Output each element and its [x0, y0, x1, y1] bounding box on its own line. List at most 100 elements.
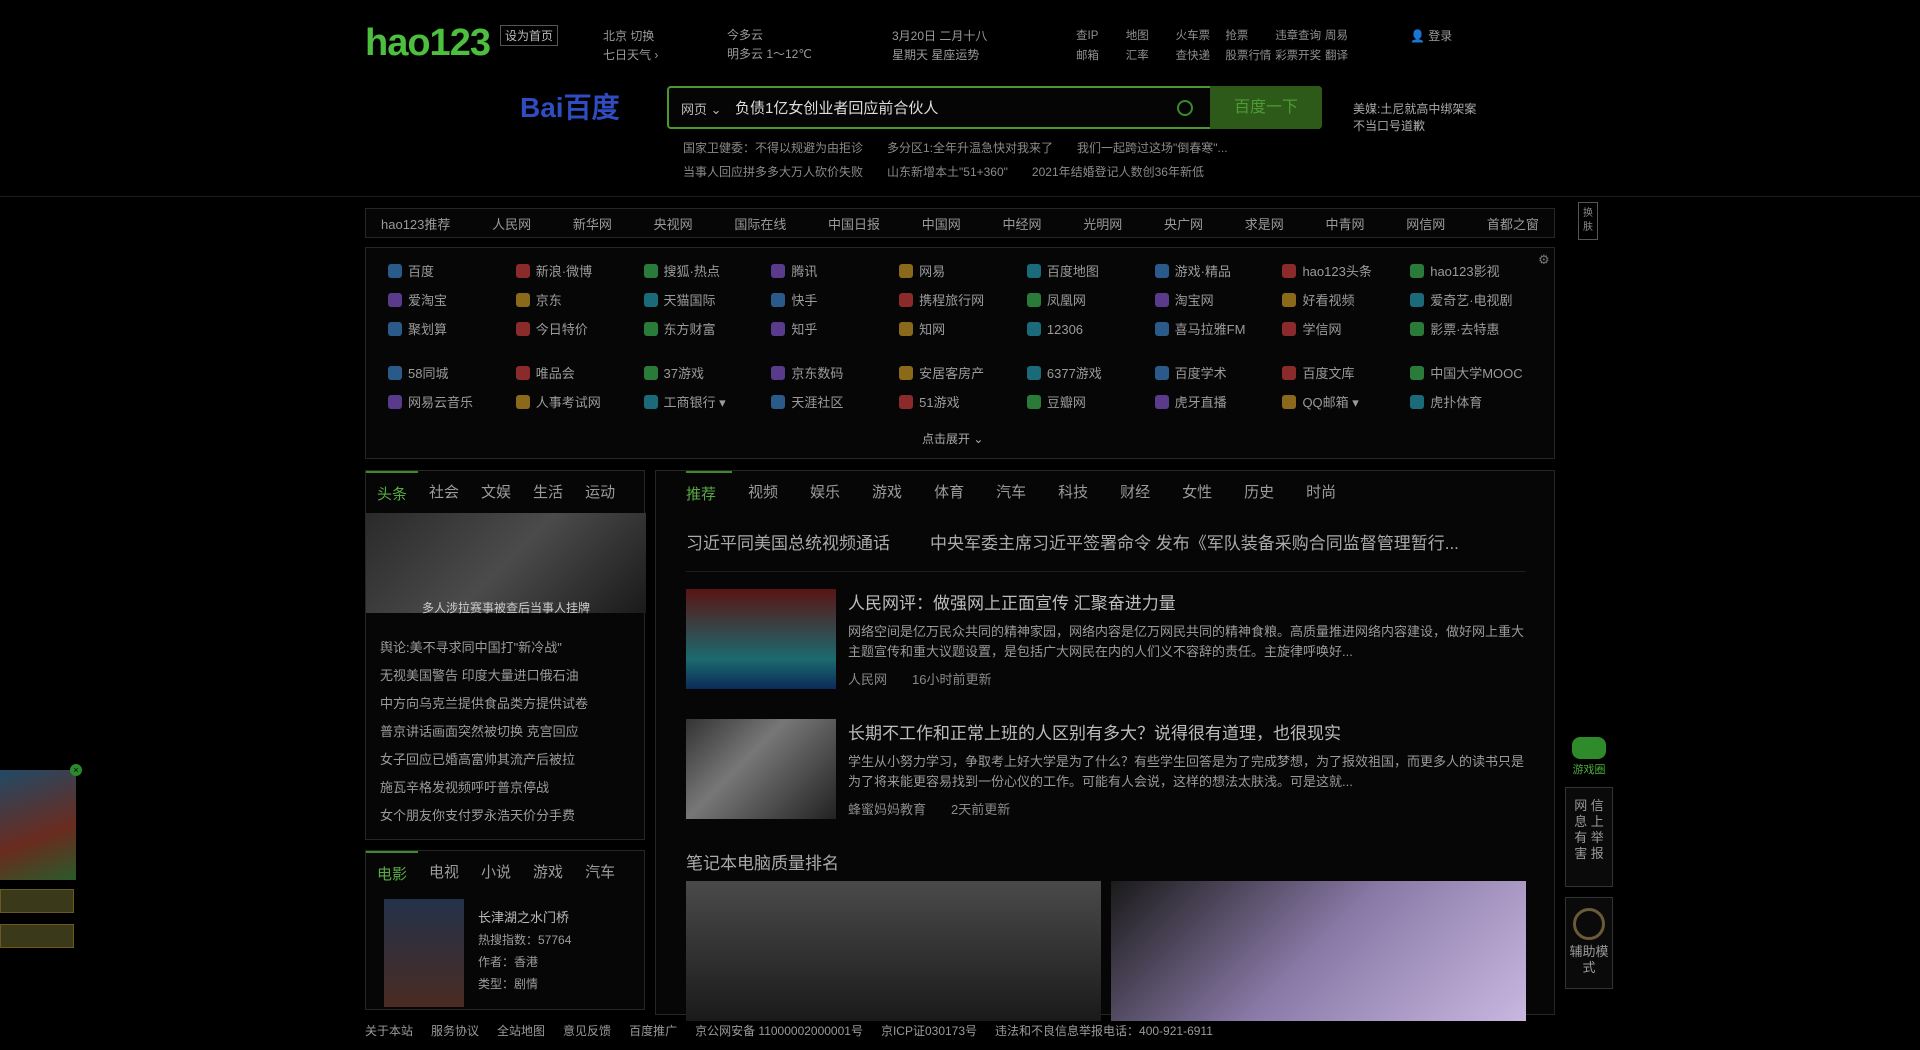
hao123-logo[interactable]: hao123	[365, 22, 491, 65]
tab[interactable]: 汽车	[574, 851, 626, 894]
expand-sites-button[interactable]: 点击展开 ⌄	[922, 430, 983, 447]
nav-link[interactable]: 光明网	[1083, 214, 1122, 233]
tab[interactable]: 女性	[1182, 471, 1228, 514]
movie-poster[interactable]	[384, 899, 464, 1007]
site-link[interactable]: 好看视频	[1282, 289, 1410, 312]
site-link[interactable]: hao123头条	[1282, 260, 1410, 283]
ad-close-icon[interactable]: ×	[70, 764, 82, 776]
nav-link[interactable]: 中青网	[1325, 214, 1364, 233]
quick-link[interactable]: 彩票开奖	[1275, 46, 1325, 66]
site-link[interactable]: 学信网	[1282, 318, 1410, 341]
tab[interactable]: 历史	[1244, 471, 1290, 514]
news-link[interactable]: 女个朋友你支付罗永浩天价分手费	[380, 802, 588, 830]
news-link[interactable]: 中方向乌克兰提供食品类方提供试卷	[380, 690, 588, 718]
site-link[interactable]: 百度地图	[1026, 260, 1155, 283]
news-link[interactable]: 无视美国警告 印度大量进口俄石油	[380, 662, 588, 690]
quick-link[interactable]: 股票行情	[1225, 46, 1275, 66]
quick-link[interactable]: 邮箱	[1076, 46, 1126, 66]
news-link[interactable]: 女子回应已婚高富帅其流产后被拉	[380, 746, 588, 774]
date-line2[interactable]: 星期天 星座运势	[892, 46, 987, 65]
feed-item[interactable]: 长期不工作和正常上班的人区别有多大？说得很有道理，也很现实 学生从小努力学习，争取…	[686, 719, 1526, 823]
site-link[interactable]: hao123影视	[1410, 260, 1538, 283]
ad-banner-2[interactable]	[0, 924, 74, 948]
tab[interactable]: 科技	[1058, 471, 1104, 514]
tab[interactable]: 电影	[366, 851, 419, 894]
nav-link[interactable]: 央广网	[1164, 214, 1203, 233]
tab[interactable]: 游戏	[872, 471, 918, 514]
tab[interactable]: 小说	[470, 851, 522, 894]
site-link[interactable]: 虎扑体育	[1410, 391, 1538, 414]
news-link[interactable]: 普京讲话画面突然被切换 克宫回应	[380, 718, 588, 746]
tab[interactable]: 运动	[574, 471, 626, 514]
headline-1[interactable]: 习近平同美国总统视频通话	[686, 534, 890, 553]
news-link[interactable]: 舆论:美不寻求同中国打"新冷战"	[380, 634, 588, 662]
feed-source[interactable]: 蜂蜜妈妈教育	[848, 802, 926, 817]
site-link[interactable]: 12306	[1026, 318, 1155, 341]
site-link[interactable]: 携程旅行网	[899, 289, 1027, 312]
hot-search-link[interactable]: 当事人回应拼多多大万人砍价失败	[683, 165, 863, 179]
nav-link[interactable]: hao123推荐	[381, 214, 450, 233]
hot-side-news[interactable]: 美媒:土尼就高中绑架案 不当口号道歉	[1353, 101, 1476, 135]
tab[interactable]: 视频	[748, 471, 794, 514]
site-link[interactable]: 爱奇艺·电视剧	[1410, 289, 1538, 312]
camera-search-icon[interactable]	[1177, 100, 1193, 116]
tab[interactable]: 社会	[418, 471, 470, 514]
quick-link[interactable]: 翻译	[1325, 46, 1375, 66]
tab[interactable]: 游戏	[522, 851, 574, 894]
feed-source[interactable]: 人民网	[848, 672, 887, 687]
site-link[interactable]: 爱淘宝	[388, 289, 516, 312]
site-link[interactable]: 唯品会	[515, 362, 644, 385]
tab[interactable]: 体育	[934, 471, 980, 514]
site-link[interactable]: 51游戏	[899, 391, 1027, 414]
feed-thumbnail[interactable]	[686, 589, 836, 689]
site-link[interactable]: 人事考试网	[515, 391, 644, 414]
footer-link[interactable]: 关于本站	[365, 1022, 413, 1039]
footer-link[interactable]: 百度推广	[629, 1022, 677, 1039]
site-link[interactable]: 网易云音乐	[388, 391, 516, 414]
skin-toggle[interactable]: 换肤	[1578, 202, 1598, 240]
quick-link[interactable]: 地图	[1126, 26, 1176, 46]
site-link[interactable]: 知网	[899, 318, 1027, 341]
site-link[interactable]: 游戏·精品	[1154, 260, 1283, 283]
site-link[interactable]: 网易	[899, 260, 1027, 283]
tab[interactable]: 生活	[522, 471, 574, 514]
quick-link[interactable]: 违章查询	[1275, 26, 1325, 46]
tab[interactable]: 时尚	[1306, 471, 1352, 514]
quick-link[interactable]: 汇率	[1126, 46, 1176, 66]
settings-gear-icon[interactable]: ⚙	[1538, 252, 1550, 268]
quick-link[interactable]: 查快递	[1176, 46, 1226, 66]
nav-link[interactable]: 新华网	[573, 214, 612, 233]
site-link[interactable]: 虎牙直播	[1154, 391, 1283, 414]
hot-search-link[interactable]: 山东新增本土"51+360"	[887, 165, 1008, 179]
site-link[interactable]: 新浪·微博	[515, 260, 644, 283]
feed-title[interactable]: 长期不工作和正常上班的人区别有多大？说得很有道理，也很现实	[848, 719, 1528, 744]
site-link[interactable]: 影票·去特惠	[1410, 318, 1538, 341]
site-link[interactable]: 百度学术	[1154, 362, 1283, 385]
site-link[interactable]: 聚划算	[388, 318, 516, 341]
site-link[interactable]: 37游戏	[643, 362, 772, 385]
site-link[interactable]: 今日特价	[515, 318, 644, 341]
city-label[interactable]: 北京 切换	[603, 27, 658, 46]
hot-search-link[interactable]: 多分区1:全年升温急快对我来了	[887, 141, 1053, 155]
search-scope-select[interactable]: 网页 ⌄	[681, 99, 722, 118]
weather-info[interactable]: 今多云 明多云 1～12℃	[727, 26, 812, 64]
site-link[interactable]: 喜马拉雅FM	[1154, 318, 1283, 341]
footer-link[interactable]: 违法和不良信息举报电话：400-921-6911	[995, 1022, 1213, 1039]
nav-link[interactable]: 中国网	[922, 214, 961, 233]
nav-link[interactable]: 央视网	[654, 214, 693, 233]
set-homepage-button[interactable]: 设为首页	[500, 25, 559, 46]
ad-banner-1[interactable]	[0, 889, 74, 913]
quick-link[interactable]: 抢票	[1225, 26, 1275, 46]
city-weather[interactable]: 北京 切换 七日天气 ›	[603, 27, 658, 65]
site-link[interactable]: 豆瓣网	[1026, 391, 1155, 414]
laptop-image-1[interactable]	[686, 881, 1101, 1021]
site-link[interactable]: 58同城	[388, 362, 516, 385]
site-link[interactable]: 东方财富	[643, 318, 772, 341]
site-link[interactable]: QQ邮箱 ▾	[1282, 391, 1410, 414]
tab[interactable]: 头条	[366, 471, 419, 514]
site-link[interactable]: 凤凰网	[1026, 289, 1155, 312]
site-link[interactable]: 淘宝网	[1154, 289, 1283, 312]
movie-title[interactable]: 长津湖之水门桥	[478, 907, 571, 929]
report-button[interactable]: 网 信 息 上 有 举 害 报	[1565, 787, 1613, 887]
site-link[interactable]: 京东数码	[771, 362, 899, 385]
